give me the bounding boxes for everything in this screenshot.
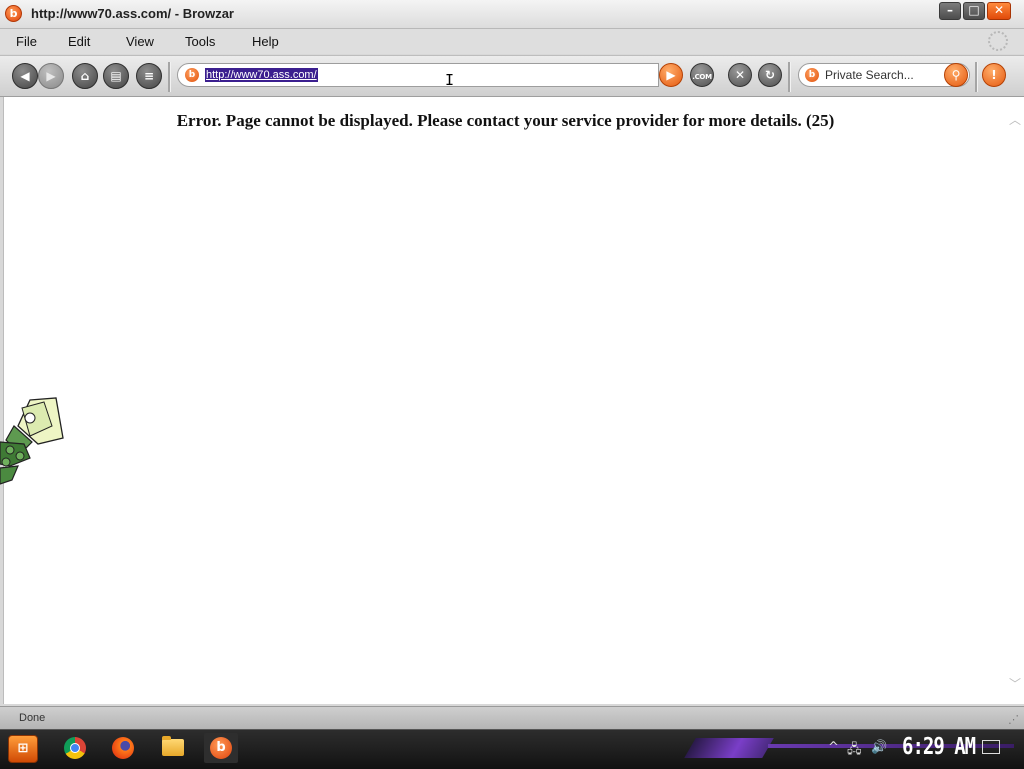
site-favicon-icon: b [185, 68, 199, 82]
taskbar-app-chrome[interactable] [58, 733, 92, 763]
menu-help[interactable]: Help [252, 34, 279, 49]
go-button[interactable]: ▶ [659, 63, 683, 87]
taskbar-app-file-explorer[interactable] [156, 733, 190, 763]
toolbar-separator [788, 62, 791, 92]
alert-button[interactable]: ! [982, 63, 1006, 87]
minimize-button[interactable]: – [939, 2, 961, 20]
start-button[interactable]: ⊞ [8, 735, 38, 763]
throbber-icon [988, 31, 1008, 51]
stop-button[interactable]: ✕ [728, 63, 752, 87]
chrome-icon [64, 736, 86, 759]
notifications-icon[interactable] [982, 740, 1000, 754]
dot-com-label: .COM [692, 73, 712, 81]
search-engine-icon[interactable]: b [805, 68, 819, 82]
close-button[interactable]: ✕ [987, 2, 1011, 20]
history-button[interactable]: ≡ [136, 63, 162, 89]
volume-icon[interactable]: 🔊 [871, 740, 887, 755]
status-bar: Done ⋰ [0, 706, 1024, 729]
address-input[interactable]: http://www70.ass.com/ [205, 68, 318, 82]
forward-button[interactable]: ▶ [38, 63, 64, 89]
desktop-mascot-image [0, 397, 64, 485]
title-bar: b http://www70.ass.com/ - Browzar – □ ✕ [0, 0, 1024, 29]
dot-com-button[interactable]: .COM [690, 63, 714, 87]
menu-file[interactable]: File [16, 34, 37, 49]
resize-grip-icon[interactable]: ⋰ [1008, 713, 1019, 726]
taskbar-clock[interactable]: 6:29 AM [902, 734, 976, 760]
browzar-icon: b [210, 736, 232, 759]
taskbar-app-firefox[interactable] [106, 733, 140, 763]
taskbar-decoration [684, 738, 774, 758]
print-button[interactable]: ▤ [103, 63, 129, 89]
taskbar-app-browzar[interactable]: b [204, 733, 238, 763]
file-explorer-icon [162, 736, 184, 757]
refresh-button[interactable]: ↻ [758, 63, 782, 87]
menu-tools[interactable]: Tools [185, 34, 215, 49]
maximize-button[interactable]: □ [963, 2, 985, 20]
menu-bar: File Edit View Tools Help [0, 29, 1024, 54]
tray-chevron-icon[interactable]: ^ [828, 740, 839, 755]
error-message: Error. Page cannot be displayed. Please … [176, 111, 835, 130]
firefox-icon [112, 736, 134, 759]
menu-edit[interactable]: Edit [68, 34, 90, 49]
scroll-up-icon[interactable]: ︿ [1006, 111, 1024, 128]
menu-view[interactable]: View [126, 34, 154, 49]
network-icon[interactable]: 🖧 [847, 740, 862, 762]
search-button[interactable]: ⚲ [944, 63, 968, 87]
window-title: http://www70.ass.com/ - Browzar [31, 6, 234, 21]
page-content: Error. Page cannot be displayed. Please … [3, 97, 1007, 704]
text-cursor-icon: I [445, 71, 455, 89]
back-button[interactable]: ◀ [12, 63, 38, 89]
taskbar-decoration-line [768, 744, 1014, 748]
search-input[interactable]: Private Search... [825, 68, 914, 82]
browzar-logo-icon[interactable]: b [5, 5, 22, 22]
status-text: Done [19, 712, 46, 724]
vertical-scrollbar[interactable]: ︿ ﹀ [1006, 97, 1024, 704]
toolbar-separator [975, 62, 978, 92]
home-button[interactable]: ⌂ [72, 63, 98, 89]
scroll-down-icon[interactable]: ﹀ [1006, 675, 1024, 692]
toolbar-separator [168, 62, 171, 92]
